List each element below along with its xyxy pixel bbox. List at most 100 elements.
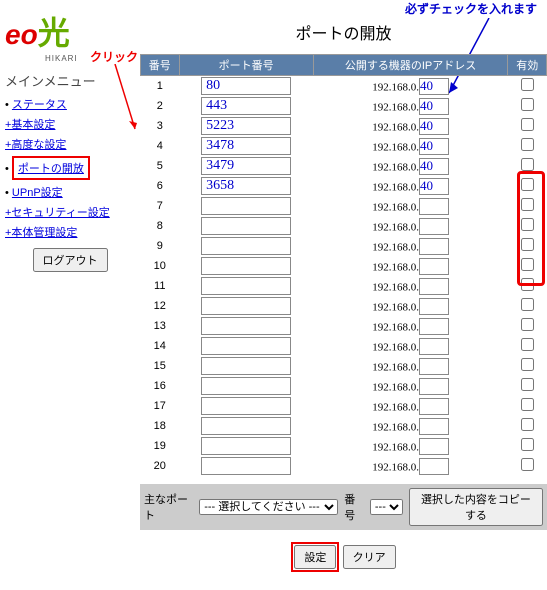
ip-prefix: 192.168.0. (372, 461, 419, 473)
row-no: 18 (141, 416, 180, 436)
ip-last-octet-input[interactable] (419, 98, 449, 115)
menu-port-open[interactable]: ポートの開放 (18, 163, 84, 175)
enable-checkbox[interactable] (521, 98, 534, 111)
enable-checkbox[interactable] (521, 138, 534, 151)
ip-last-octet-input[interactable] (419, 318, 449, 335)
enable-checkbox[interactable] (521, 438, 534, 451)
ip-last-octet-input[interactable] (419, 118, 449, 135)
ip-last-octet-input[interactable] (419, 238, 449, 255)
enable-checkbox[interactable] (521, 458, 534, 471)
ip-last-octet-input[interactable] (419, 458, 449, 475)
ip-last-octet-input[interactable] (419, 338, 449, 355)
row-no: 11 (141, 276, 180, 296)
table-row: 14192.168.0. (141, 336, 547, 356)
port-input[interactable] (201, 97, 291, 115)
enable-checkbox[interactable] (521, 378, 534, 391)
port-input[interactable] (201, 357, 291, 375)
menu-mgmt[interactable]: +本体管理設定 (5, 227, 77, 239)
row-no: 4 (141, 136, 180, 156)
table-row: 4192.168.0. (141, 136, 547, 156)
port-input[interactable] (201, 337, 291, 355)
ip-last-octet-input[interactable] (419, 418, 449, 435)
menu-upnp[interactable]: UPnP設定 (12, 187, 63, 199)
enable-checkbox[interactable] (521, 258, 534, 271)
copy-button[interactable]: 選択した内容をコピーする (409, 488, 543, 526)
ip-prefix: 192.168.0. (372, 301, 419, 313)
ip-last-octet-input[interactable] (419, 218, 449, 235)
menu-title: メインメニュー (5, 71, 135, 90)
row-no: 2 (141, 96, 180, 116)
port-input[interactable] (201, 437, 291, 455)
row-no: 20 (141, 456, 180, 476)
enable-checkbox[interactable] (521, 158, 534, 171)
row-no: 1 (141, 76, 180, 97)
menu-basic[interactable]: +基本設定 (5, 119, 55, 131)
ip-prefix: 192.168.0. (372, 121, 419, 133)
ip-last-octet-input[interactable] (419, 298, 449, 315)
enable-checkbox[interactable] (521, 418, 534, 431)
enable-checkbox[interactable] (521, 238, 534, 251)
ip-prefix: 192.168.0. (372, 341, 419, 353)
ip-last-octet-input[interactable] (419, 378, 449, 395)
th-ip: 公開する機器のIPアドレス (313, 55, 508, 76)
no-select[interactable]: --- (370, 499, 403, 515)
ip-last-octet-input[interactable] (419, 78, 449, 95)
logout-button[interactable]: ログアウト (33, 248, 108, 272)
enable-checkbox[interactable] (521, 358, 534, 371)
ip-last-octet-input[interactable] (419, 178, 449, 195)
ip-prefix: 192.168.0. (372, 381, 419, 393)
main-port-select[interactable]: --- 選択してください --- (199, 499, 338, 515)
port-input[interactable] (201, 237, 291, 255)
clear-button[interactable]: クリア (343, 545, 396, 569)
enable-checkbox[interactable] (521, 318, 534, 331)
port-input[interactable] (201, 137, 291, 155)
ip-last-octet-input[interactable] (419, 138, 449, 155)
ip-last-octet-input[interactable] (419, 278, 449, 295)
port-input[interactable] (201, 197, 291, 215)
ip-prefix: 192.168.0. (372, 401, 419, 413)
enable-checkbox[interactable] (521, 118, 534, 131)
port-input[interactable] (201, 397, 291, 415)
enable-checkbox[interactable] (521, 218, 534, 231)
ip-last-octet-input[interactable] (419, 358, 449, 375)
ip-last-octet-input[interactable] (419, 198, 449, 215)
ip-last-octet-input[interactable] (419, 158, 449, 175)
port-input[interactable] (201, 317, 291, 335)
table-row: 15192.168.0. (141, 356, 547, 376)
table-row: 1192.168.0. (141, 76, 547, 97)
ip-last-octet-input[interactable] (419, 438, 449, 455)
port-input[interactable] (201, 417, 291, 435)
row-no: 8 (141, 216, 180, 236)
port-input[interactable] (201, 77, 291, 95)
enable-checkbox[interactable] (521, 178, 534, 191)
port-input[interactable] (201, 297, 291, 315)
bottom-bar: 主なポート --- 選択してください --- 番号 --- 選択した内容をコピー… (140, 484, 547, 530)
menu-advanced[interactable]: +高度な設定 (5, 139, 66, 151)
table-row: 7192.168.0. (141, 196, 547, 216)
th-enable: 有効 (508, 55, 547, 76)
enable-checkbox[interactable] (521, 278, 534, 291)
row-no: 7 (141, 196, 180, 216)
menu-security[interactable]: +セキュリティー設定 (5, 207, 110, 219)
enable-checkbox[interactable] (521, 298, 534, 311)
ip-last-octet-input[interactable] (419, 398, 449, 415)
row-no: 10 (141, 256, 180, 276)
th-no: 番号 (141, 55, 180, 76)
port-input[interactable] (201, 157, 291, 175)
port-input[interactable] (201, 217, 291, 235)
port-input[interactable] (201, 177, 291, 195)
port-input[interactable] (201, 377, 291, 395)
enable-checkbox[interactable] (521, 78, 534, 91)
enable-checkbox[interactable] (521, 338, 534, 351)
enable-checkbox[interactable] (521, 398, 534, 411)
menu-status[interactable]: ステータス (12, 99, 67, 111)
ip-last-octet-input[interactable] (419, 258, 449, 275)
set-button[interactable]: 設定 (294, 545, 336, 569)
port-input[interactable] (201, 457, 291, 475)
port-input[interactable] (201, 277, 291, 295)
port-input[interactable] (201, 117, 291, 135)
enable-checkbox[interactable] (521, 198, 534, 211)
port-input[interactable] (201, 257, 291, 275)
row-no: 6 (141, 176, 180, 196)
logo-hikari: 光 (38, 15, 70, 51)
